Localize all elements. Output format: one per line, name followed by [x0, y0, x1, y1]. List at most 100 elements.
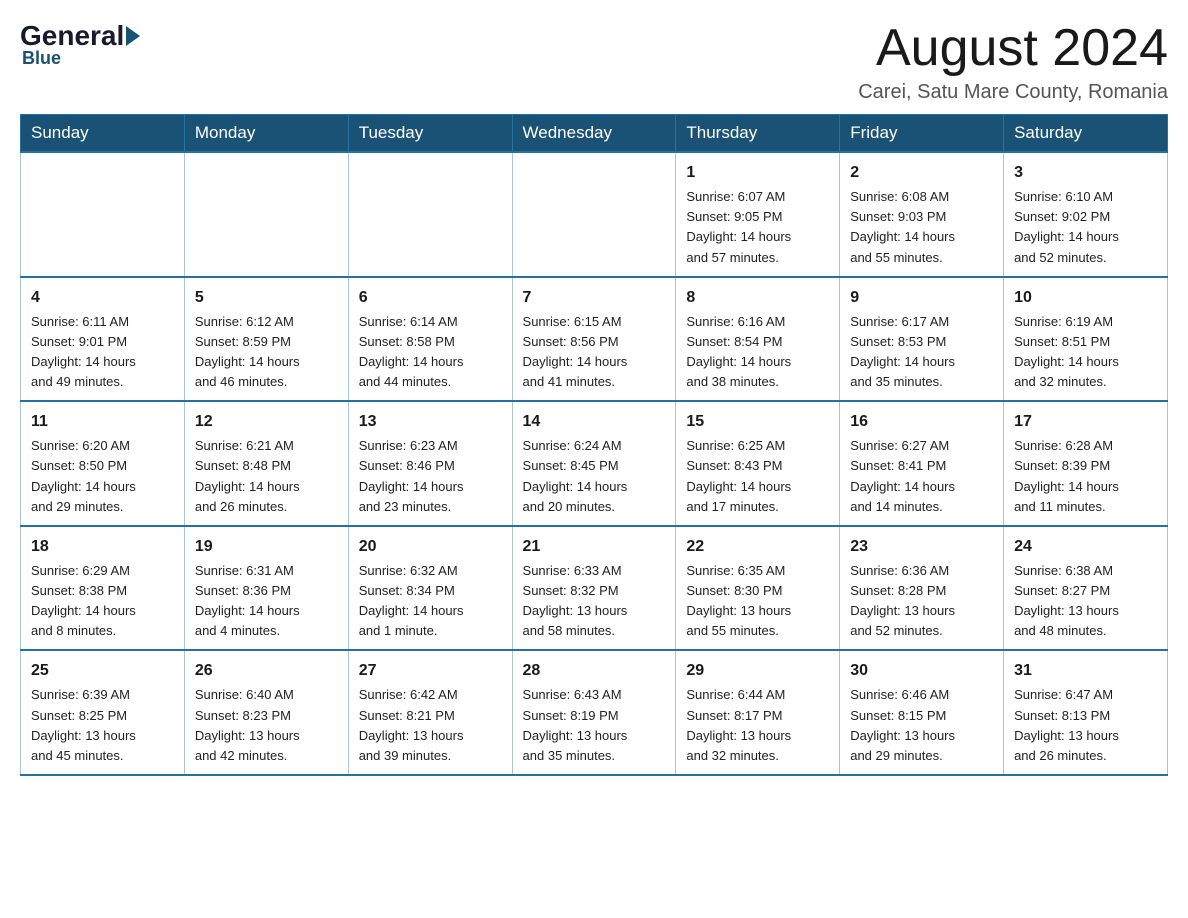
- day-number: 28: [523, 659, 666, 683]
- day-info: Sunrise: 6:17 AMSunset: 8:53 PMDaylight:…: [850, 314, 955, 389]
- day-info: Sunrise: 6:10 AMSunset: 9:02 PMDaylight:…: [1014, 189, 1119, 264]
- calendar-cell: 18Sunrise: 6:29 AMSunset: 8:38 PMDayligh…: [21, 526, 185, 651]
- calendar-cell: 8 Sunrise: 6:16 AMSunset: 8:54 PMDaylight…: [676, 277, 840, 402]
- weekday-header-saturday: Saturday: [1004, 115, 1168, 153]
- calendar-cell: 9 Sunrise: 6:17 AMSunset: 8:53 PMDaylight…: [840, 277, 1004, 402]
- day-number: 21: [523, 535, 666, 559]
- day-number: 11: [31, 410, 174, 434]
- calendar-cell: 17 Sunrise: 6:28 AMSunset: 8:39 PMDayligh…: [1004, 401, 1168, 526]
- day-number: 15: [686, 410, 829, 434]
- day-info: Sunrise: 6:16 AMSunset: 8:54 PMDaylight:…: [686, 314, 791, 389]
- page-header: General Blue August 2024 Carei, Satu Mar…: [20, 20, 1168, 104]
- day-number: 9: [850, 286, 993, 310]
- calendar-cell: 22 Sunrise: 6:35 AMSunset: 8:30 PMDayligh…: [676, 526, 840, 651]
- day-info: Sunrise: 6:46 AMSunset: 8:15 PMDaylight:…: [850, 687, 955, 762]
- month-title: August 2024: [858, 20, 1168, 77]
- day-info: Sunrise: 6:39 AMSunset: 8:25 PMDaylight:…: [31, 687, 136, 762]
- calendar-cell: 16Sunrise: 6:27 AMSunset: 8:41 PMDayligh…: [840, 401, 1004, 526]
- day-info: Sunrise: 6:31 AMSunset: 8:36 PMDaylight:…: [195, 563, 300, 638]
- day-info: Sunrise: 6:11 AMSunset: 9:01 PMDaylight:…: [31, 314, 136, 389]
- day-info: Sunrise: 6:24 AMSunset: 8:45 PMDaylight:…: [523, 438, 628, 513]
- day-number: 7: [523, 286, 666, 310]
- calendar-cell: [512, 152, 676, 277]
- day-info: Sunrise: 6:28 AMSunset: 8:39 PMDaylight:…: [1014, 438, 1119, 513]
- day-number: 25: [31, 659, 174, 683]
- day-number: 24: [1014, 535, 1157, 559]
- day-info: Sunrise: 6:40 AMSunset: 8:23 PMDaylight:…: [195, 687, 300, 762]
- day-number: 31: [1014, 659, 1157, 683]
- day-info: Sunrise: 6:47 AMSunset: 8:13 PMDaylight:…: [1014, 687, 1119, 762]
- calendar-cell: 11 Sunrise: 6:20 AMSunset: 8:50 PMDayligh…: [21, 401, 185, 526]
- day-info: Sunrise: 6:23 AMSunset: 8:46 PMDaylight:…: [359, 438, 464, 513]
- day-info: Sunrise: 6:15 AMSunset: 8:56 PMDaylight:…: [523, 314, 628, 389]
- calendar-cell: 7 Sunrise: 6:15 AMSunset: 8:56 PMDaylight…: [512, 277, 676, 402]
- day-number: 10: [1014, 286, 1157, 310]
- day-info: Sunrise: 6:08 AMSunset: 9:03 PMDaylight:…: [850, 189, 955, 264]
- calendar-cell: 20Sunrise: 6:32 AMSunset: 8:34 PMDayligh…: [348, 526, 512, 651]
- day-number: 30: [850, 659, 993, 683]
- location-text: Carei, Satu Mare County, Romania: [858, 81, 1168, 104]
- day-info: Sunrise: 6:25 AMSunset: 8:43 PMDaylight:…: [686, 438, 791, 513]
- day-info: Sunrise: 6:33 AMSunset: 8:32 PMDaylight:…: [523, 563, 628, 638]
- day-info: Sunrise: 6:35 AMSunset: 8:30 PMDaylight:…: [686, 563, 791, 638]
- calendar-cell: 21 Sunrise: 6:33 AMSunset: 8:32 PMDayligh…: [512, 526, 676, 651]
- day-number: 27: [359, 659, 502, 683]
- day-number: 22: [686, 535, 829, 559]
- week-row-3: 11 Sunrise: 6:20 AMSunset: 8:50 PMDayligh…: [21, 401, 1168, 526]
- calendar-cell: 6 Sunrise: 6:14 AMSunset: 8:58 PMDaylight…: [348, 277, 512, 402]
- day-info: Sunrise: 6:36 AMSunset: 8:28 PMDaylight:…: [850, 563, 955, 638]
- day-info: Sunrise: 6:12 AMSunset: 8:59 PMDaylight:…: [195, 314, 300, 389]
- day-number: 13: [359, 410, 502, 434]
- weekday-header-row: SundayMondayTuesdayWednesdayThursdayFrid…: [21, 115, 1168, 153]
- calendar-cell: 14Sunrise: 6:24 AMSunset: 8:45 PMDayligh…: [512, 401, 676, 526]
- day-number: 8: [686, 286, 829, 310]
- day-number: 29: [686, 659, 829, 683]
- day-number: 4: [31, 286, 174, 310]
- weekday-header-tuesday: Tuesday: [348, 115, 512, 153]
- week-row-2: 4 Sunrise: 6:11 AMSunset: 9:01 PMDaylight…: [21, 277, 1168, 402]
- day-number: 23: [850, 535, 993, 559]
- calendar-cell: 10 Sunrise: 6:19 AMSunset: 8:51 PMDayligh…: [1004, 277, 1168, 402]
- logo-arrow-icon: [126, 26, 140, 46]
- calendar-cell: 28 Sunrise: 6:43 AMSunset: 8:19 PMDayligh…: [512, 650, 676, 775]
- calendar-cell: [184, 152, 348, 277]
- calendar-cell: 1Sunrise: 6:07 AMSunset: 9:05 PMDaylight…: [676, 152, 840, 277]
- logo-blue-text: Blue: [22, 48, 61, 69]
- day-info: Sunrise: 6:19 AMSunset: 8:51 PMDaylight:…: [1014, 314, 1119, 389]
- calendar-cell: [348, 152, 512, 277]
- weekday-header-wednesday: Wednesday: [512, 115, 676, 153]
- calendar-cell: 31 Sunrise: 6:47 AMSunset: 8:13 PMDayligh…: [1004, 650, 1168, 775]
- calendar-table: SundayMondayTuesdayWednesdayThursdayFrid…: [20, 114, 1168, 776]
- day-number: 17: [1014, 410, 1157, 434]
- day-number: 5: [195, 286, 338, 310]
- weekday-header-friday: Friday: [840, 115, 1004, 153]
- calendar-cell: 23 Sunrise: 6:36 AMSunset: 8:28 PMDayligh…: [840, 526, 1004, 651]
- calendar-cell: 15 Sunrise: 6:25 AMSunset: 8:43 PMDayligh…: [676, 401, 840, 526]
- day-info: Sunrise: 6:14 AMSunset: 8:58 PMDaylight:…: [359, 314, 464, 389]
- week-row-1: 1Sunrise: 6:07 AMSunset: 9:05 PMDaylight…: [21, 152, 1168, 277]
- logo: General Blue: [20, 20, 142, 69]
- calendar-cell: 24 Sunrise: 6:38 AMSunset: 8:27 PMDayligh…: [1004, 526, 1168, 651]
- day-info: Sunrise: 6:21 AMSunset: 8:48 PMDaylight:…: [195, 438, 300, 513]
- week-row-5: 25 Sunrise: 6:39 AMSunset: 8:25 PMDayligh…: [21, 650, 1168, 775]
- day-number: 6: [359, 286, 502, 310]
- day-info: Sunrise: 6:44 AMSunset: 8:17 PMDaylight:…: [686, 687, 791, 762]
- weekday-header-thursday: Thursday: [676, 115, 840, 153]
- calendar-cell: 27 Sunrise: 6:42 AMSunset: 8:21 PMDayligh…: [348, 650, 512, 775]
- calendar-cell: 29 Sunrise: 6:44 AMSunset: 8:17 PMDayligh…: [676, 650, 840, 775]
- day-number: 16: [850, 410, 993, 434]
- day-number: 3: [1014, 161, 1157, 185]
- day-info: Sunrise: 6:38 AMSunset: 8:27 PMDaylight:…: [1014, 563, 1119, 638]
- title-block: August 2024 Carei, Satu Mare County, Rom…: [858, 20, 1168, 104]
- calendar-cell: 12Sunrise: 6:21 AMSunset: 8:48 PMDayligh…: [184, 401, 348, 526]
- calendar-cell: 5 Sunrise: 6:12 AMSunset: 8:59 PMDaylight…: [184, 277, 348, 402]
- calendar-cell: 13 Sunrise: 6:23 AMSunset: 8:46 PMDayligh…: [348, 401, 512, 526]
- day-info: Sunrise: 6:20 AMSunset: 8:50 PMDaylight:…: [31, 438, 136, 513]
- calendar-cell: 19 Sunrise: 6:31 AMSunset: 8:36 PMDayligh…: [184, 526, 348, 651]
- day-number: 19: [195, 535, 338, 559]
- calendar-cell: 26Sunrise: 6:40 AMSunset: 8:23 PMDayligh…: [184, 650, 348, 775]
- week-row-4: 18Sunrise: 6:29 AMSunset: 8:38 PMDayligh…: [21, 526, 1168, 651]
- day-number: 2: [850, 161, 993, 185]
- day-info: Sunrise: 6:42 AMSunset: 8:21 PMDaylight:…: [359, 687, 464, 762]
- day-info: Sunrise: 6:43 AMSunset: 8:19 PMDaylight:…: [523, 687, 628, 762]
